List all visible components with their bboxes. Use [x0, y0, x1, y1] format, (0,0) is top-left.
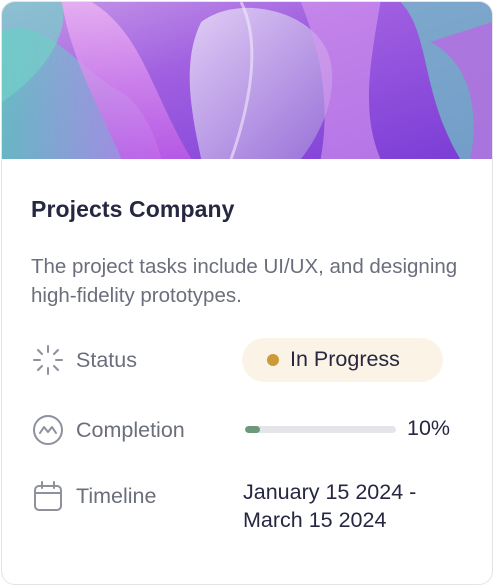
card-description: The project tasks include UI/UX, and des… — [31, 255, 458, 307]
status-badge: In Progress — [242, 338, 443, 382]
timeline-start: January 15 2024 - — [243, 480, 417, 504]
abstract-gradient-image — [2, 2, 492, 159]
timeline-label: Timeline — [76, 484, 157, 508]
cover-image — [2, 2, 492, 159]
calendar-icon — [34, 481, 62, 511]
completion-label: Completion — [76, 418, 185, 442]
status-dot — [267, 354, 279, 366]
gauge-icon — [33, 415, 63, 445]
card-title: Projects Company — [31, 196, 235, 222]
status-label: Status — [76, 348, 137, 372]
status-value: In Progress — [290, 347, 400, 371]
loader-icon — [33, 345, 63, 375]
project-card[interactable]: Projects Company The project tasks inclu… — [1, 1, 493, 585]
progress-bar — [245, 426, 396, 433]
completion-percent: 10% — [407, 416, 451, 440]
timeline-end: March 15 2024 — [243, 508, 387, 532]
timeline-dates: January 15 2024 - March 15 2024 — [243, 478, 416, 534]
progress-fill — [245, 426, 261, 433]
